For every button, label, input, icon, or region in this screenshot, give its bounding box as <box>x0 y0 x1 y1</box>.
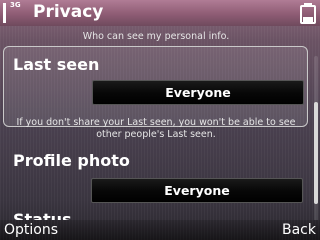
last-seen-info-text: If you don't share your Last seen, you w… <box>0 117 312 141</box>
last-seen-value-selector[interactable]: Everyone <box>92 80 304 105</box>
last-seen-label: Last seen <box>13 55 100 74</box>
network-type-indicator: 3G <box>10 1 21 9</box>
options-softkey[interactable]: Options <box>4 220 58 240</box>
profile-photo-label: Profile photo <box>13 151 130 170</box>
last-seen-setting[interactable]: Last seen Everyone <box>3 46 308 127</box>
last-seen-info-line-1: If you don't share your Last seen, you w… <box>16 117 296 128</box>
profile-photo-value-selector[interactable]: Everyone <box>91 178 303 203</box>
scrollbar-thumb[interactable] <box>314 102 318 204</box>
status-bar: 3G Privacy <box>0 0 320 26</box>
battery-icon <box>300 3 316 24</box>
page-title: Privacy <box>33 2 104 22</box>
section-caption: Who can see my personal info. <box>82 31 230 42</box>
status-setting-label[interactable]: Status <box>13 212 72 221</box>
back-softkey[interactable]: Back <box>282 220 316 240</box>
privacy-settings-list: Who can see my personal info. Last seen … <box>0 26 320 220</box>
last-seen-info-line-2: other people's Last seen. <box>96 129 216 140</box>
softkey-bar: Options Back <box>0 220 320 240</box>
scrollbar[interactable] <box>314 56 318 220</box>
